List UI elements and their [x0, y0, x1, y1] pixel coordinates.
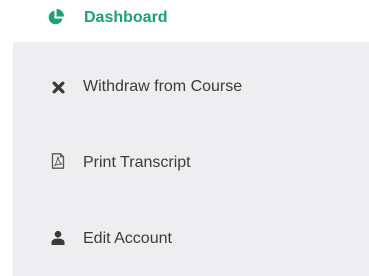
sidebar-item-dashboard[interactable]: Dashboard [0, 0, 369, 42]
submenu-panel: Withdraw from Course Print Transcript Ed… [13, 42, 369, 276]
pdf-file-icon [51, 153, 65, 169]
close-icon [52, 81, 65, 94]
sidebar-item-label: Dashboard [84, 9, 168, 26]
sidebar-item-withdraw[interactable]: Withdraw from Course [13, 72, 369, 130]
sidebar-item-edit-account[interactable]: Edit Account [13, 224, 369, 276]
sidebar-item-label: Edit Account [83, 230, 172, 247]
user-icon [51, 230, 65, 245]
sidebar-item-label: Print Transcript [83, 154, 191, 171]
sidebar-menu: Dashboard Withdraw from Course Print Tra… [0, 0, 369, 276]
sidebar-item-label: Withdraw from Course [83, 78, 243, 95]
sidebar-item-print-transcript[interactable]: Print Transcript [13, 148, 369, 206]
pie-chart-icon [48, 9, 64, 25]
